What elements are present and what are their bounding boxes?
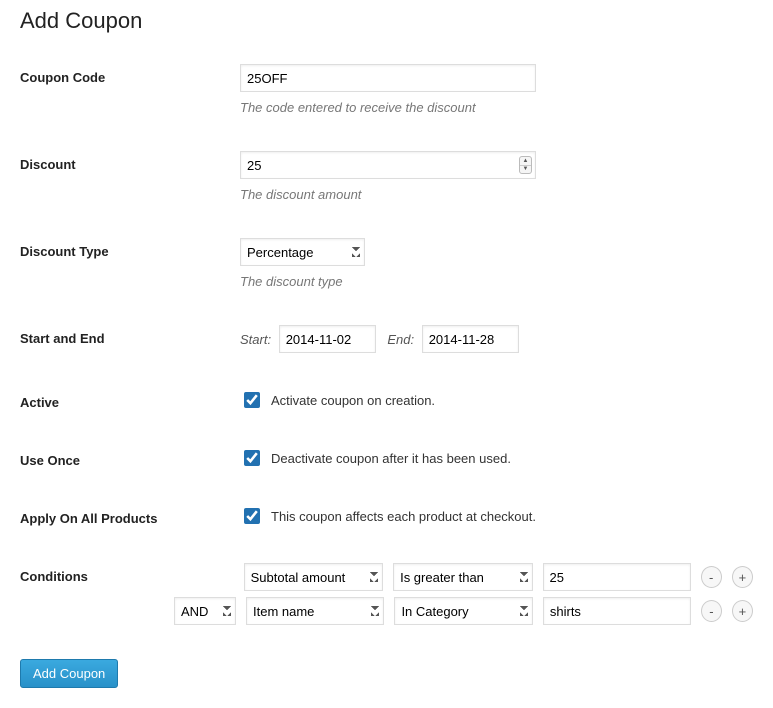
use-once-checkbox[interactable] (244, 450, 260, 466)
discount-label: Discount (20, 151, 240, 172)
end-label: End: (387, 332, 414, 347)
apply-all-checkbox-label: This coupon affects each product at chec… (271, 509, 536, 524)
apply-all-label: Apply On All Products (20, 505, 240, 526)
condition-field-select[interactable]: Item name (246, 597, 384, 625)
step-down-icon[interactable]: ▼ (520, 166, 531, 174)
active-checkbox-label: Activate coupon on creation. (271, 393, 435, 408)
condition-value-input[interactable] (543, 597, 691, 625)
step-up-icon[interactable]: ▲ (520, 157, 531, 166)
remove-condition-button[interactable]: - (701, 600, 722, 622)
discount-type-hint: The discount type (240, 274, 753, 289)
discount-input[interactable] (240, 151, 536, 179)
start-date-input[interactable] (279, 325, 376, 353)
discount-type-label: Discount Type (20, 238, 240, 259)
add-coupon-button[interactable]: Add Coupon (20, 659, 118, 688)
active-label: Active (20, 389, 240, 410)
apply-all-checkbox[interactable] (244, 508, 260, 524)
use-once-label: Use Once (20, 447, 240, 468)
start-label: Start: (240, 332, 271, 347)
coupon-code-input[interactable] (240, 64, 536, 92)
condition-field-select[interactable]: Subtotal amount (244, 563, 383, 591)
remove-condition-button[interactable]: - (701, 566, 722, 588)
condition-operator-select[interactable]: Is greater than (393, 563, 532, 591)
active-checkbox[interactable] (244, 392, 260, 408)
use-once-checkbox-label: Deactivate coupon after it has been used… (271, 451, 511, 466)
start-end-label: Start and End (20, 325, 240, 346)
condition-value-input[interactable] (543, 563, 691, 591)
end-date-input[interactable] (422, 325, 519, 353)
number-stepper[interactable]: ▲ ▼ (519, 156, 532, 174)
page-title: Add Coupon (20, 8, 753, 34)
conditions-label: Conditions (20, 569, 88, 584)
condition-operator-select[interactable]: In Category (394, 597, 532, 625)
coupon-code-hint: The code entered to receive the discount (240, 100, 753, 115)
coupon-code-label: Coupon Code (20, 64, 240, 85)
add-condition-button[interactable]: + (732, 600, 753, 622)
add-condition-button[interactable]: + (732, 566, 753, 588)
discount-hint: The discount amount (240, 187, 753, 202)
discount-type-select[interactable]: Percentage (240, 238, 365, 266)
condition-join-select[interactable]: AND (174, 597, 236, 625)
